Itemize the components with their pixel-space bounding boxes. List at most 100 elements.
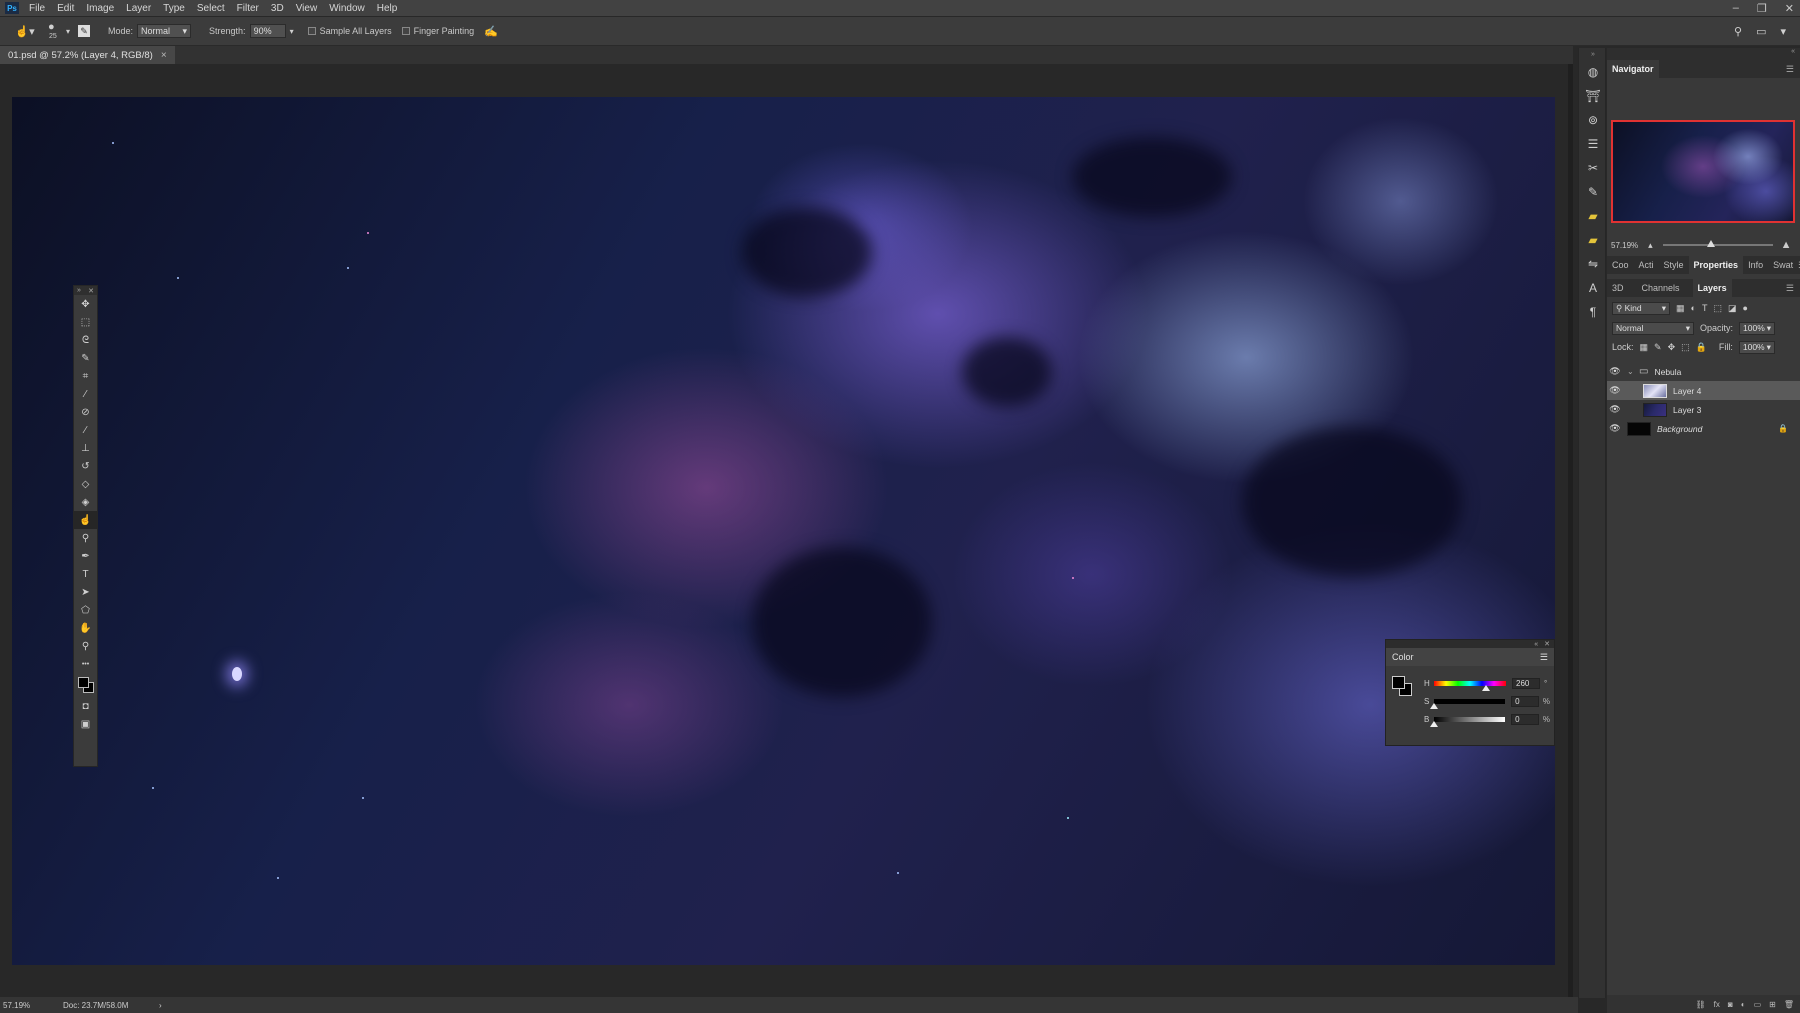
brightness-slider-thumb[interactable] [1429, 720, 1438, 727]
marquee-tool-icon[interactable]: ⬚ [74, 313, 97, 331]
paint-bucket-tool-icon[interactable]: ◈ [74, 493, 97, 511]
tab-styles[interactable]: Style [1659, 256, 1689, 274]
healing-brush-tool-icon[interactable]: ⊘ [74, 403, 97, 421]
lock-pixels-icon[interactable]: ✎ [1654, 342, 1662, 353]
document-tab[interactable]: 01.psd @ 57.2% (Layer 4, RGB/8) × [0, 46, 175, 64]
color-swatches[interactable] [74, 673, 97, 697]
status-zoom[interactable]: 57.19% [3, 1001, 63, 1010]
adjustments-icon[interactable]: ☰ [1579, 132, 1607, 156]
tab-channels[interactable]: Channels [1637, 279, 1685, 297]
opacity-input[interactable]: 100% ▾ [1739, 321, 1776, 335]
clone-source-icon[interactable]: ⛩ [1579, 84, 1607, 108]
restore-icon[interactable]: ❐ [1757, 2, 1767, 15]
quick-select-tool-icon[interactable]: ✎ [74, 349, 97, 367]
navigator-icon[interactable]: ◍ [1579, 60, 1607, 84]
brightness-value-input[interactable]: 0 [1511, 713, 1539, 725]
brush-tool-icon[interactable]: ∕ [74, 421, 97, 439]
close-icon[interactable]: × [161, 50, 167, 61]
zoom-out-icon[interactable]: ▴ [1648, 240, 1653, 251]
collapse-icon[interactable]: « [1607, 48, 1800, 60]
history-icon[interactable]: ⇋ [1579, 252, 1607, 276]
tab-swatches[interactable]: Swat [1768, 256, 1798, 274]
saturation-slider[interactable] [1429, 698, 1506, 709]
tab-info[interactable]: Info [1743, 256, 1768, 274]
screen-mode-icon[interactable]: ▣ [74, 715, 97, 733]
dodge-tool-icon[interactable]: ⚲ [74, 529, 97, 547]
hue-value-input[interactable]: 260 [1512, 677, 1540, 689]
menu-view[interactable]: View [296, 3, 318, 14]
chevron-down-icon[interactable]: ▾ [1780, 25, 1786, 38]
panel-menu-icon[interactable]: ☰ [1786, 283, 1794, 294]
vertical-scrollbar[interactable] [1568, 64, 1573, 997]
tab-actions[interactable]: Acti [1634, 256, 1659, 274]
menu-type[interactable]: Type [163, 3, 185, 14]
hue-slider-thumb[interactable] [1481, 684, 1490, 691]
quick-mask-icon[interactable]: ◘ [74, 697, 97, 715]
zoom-tool-icon[interactable]: ⚲ [74, 637, 97, 655]
zoom-slider-thumb[interactable] [1706, 240, 1715, 247]
lock-artboard-icon[interactable]: ⬚ [1681, 342, 1690, 353]
tab-color[interactable]: Coo [1607, 256, 1634, 274]
menu-window[interactable]: Window [329, 3, 365, 14]
blend-mode-select[interactable]: Normal ▾ [1612, 321, 1694, 335]
menu-edit[interactable]: Edit [57, 3, 74, 14]
pressure-icon[interactable]: ✍ [484, 25, 498, 38]
color-panel-tab[interactable]: Color ☰ [1386, 648, 1554, 666]
type-filter-icon[interactable]: T [1702, 303, 1708, 313]
minimize-icon[interactable]: – [1733, 2, 1739, 14]
collapse-icon[interactable]: » [77, 287, 81, 294]
crop-tool-icon[interactable]: ⌗ [74, 367, 97, 385]
lasso-tool-icon[interactable]: ᘓ [74, 331, 97, 349]
note-icon[interactable]: ▰ [1579, 204, 1607, 228]
layer-row-layer-4[interactable]: 👁 Layer 4 [1607, 381, 1800, 400]
eye-icon[interactable]: 👁 [1607, 366, 1623, 377]
eraser-tool-icon[interactable]: ◇ [74, 475, 97, 493]
chevron-down-icon[interactable]: ⌄ [1627, 367, 1637, 376]
menu-help[interactable]: Help [377, 3, 398, 14]
color-panel-titlebar[interactable]: «✕ [1386, 640, 1554, 648]
smudge-tool-icon[interactable]: ☝ [74, 511, 97, 529]
fill-input[interactable]: 100% ▾ [1738, 340, 1775, 354]
panel-menu-icon[interactable]: ☰ [1786, 64, 1794, 75]
layer-row-background[interactable]: 👁 Background 🔒 [1607, 419, 1800, 438]
foreground-color-swatch[interactable] [78, 677, 89, 688]
hand-tool-icon[interactable]: ✋ [74, 619, 97, 637]
chevron-down-icon[interactable]: ▾ [66, 27, 70, 36]
hue-slider[interactable] [1434, 680, 1506, 691]
pixel-filter-icon[interactable]: ▦ [1676, 303, 1685, 314]
sample-all-layers-checkbox[interactable] [307, 27, 316, 35]
strength-input[interactable]: 90% [249, 24, 286, 38]
path-select-tool-icon[interactable]: ➤ [74, 583, 97, 601]
stamp-tool-icon[interactable]: ⊥ [74, 439, 97, 457]
chevron-down-icon[interactable]: ▾ [290, 27, 294, 36]
status-arrow-icon[interactable]: › [159, 1001, 162, 1010]
mask-icon[interactable]: ◙ [1728, 1000, 1733, 1009]
finger-painting-checkbox[interactable] [401, 27, 410, 35]
lock-transparency-icon[interactable]: ▦ [1640, 342, 1649, 353]
lock-all-icon[interactable]: 🔒 [1696, 342, 1707, 353]
close-icon[interactable]: ✕ [1544, 640, 1550, 648]
menu-filter[interactable]: Filter [237, 3, 259, 14]
zoom-in-icon[interactable]: ▲ [1781, 239, 1792, 251]
eyedropper-tool-icon[interactable]: ⁄ [74, 385, 97, 403]
tab-layers[interactable]: Layers [1692, 279, 1732, 297]
menu-layer[interactable]: Layer [126, 3, 151, 14]
kind-filter-select[interactable]: ⚲ Kind ▾ [1612, 301, 1670, 315]
more-tools-icon[interactable]: ••• [74, 655, 97, 673]
brush-size-picker[interactable]: ● 25 [44, 19, 66, 43]
collapse-icon[interactable]: « [1534, 641, 1538, 648]
menu-image[interactable]: Image [86, 3, 114, 14]
move-tool-icon[interactable]: ✥ [74, 295, 97, 313]
layer-row-nebula[interactable]: 👁 ⌄ ▭ Nebula [1607, 362, 1800, 381]
layer-comps-icon[interactable]: ⊚ [1579, 108, 1607, 132]
shape-tool-icon[interactable]: ⬠ [74, 601, 97, 619]
new-layer-icon[interactable]: ⊞ [1769, 1000, 1776, 1009]
mode-select[interactable]: Normal ▾ [137, 24, 192, 38]
eye-icon[interactable]: 👁 [1607, 423, 1623, 434]
history-brush-tool-icon[interactable]: ↺ [74, 457, 97, 475]
smart-filter-icon[interactable]: ◪ [1728, 303, 1737, 314]
filter-toggle-icon[interactable]: ● [1742, 303, 1747, 313]
close-icon[interactable]: ✕ [1785, 2, 1794, 15]
navigator-preview[interactable] [1611, 120, 1795, 223]
layer-row-layer-3[interactable]: 👁 Layer 3 [1607, 400, 1800, 419]
